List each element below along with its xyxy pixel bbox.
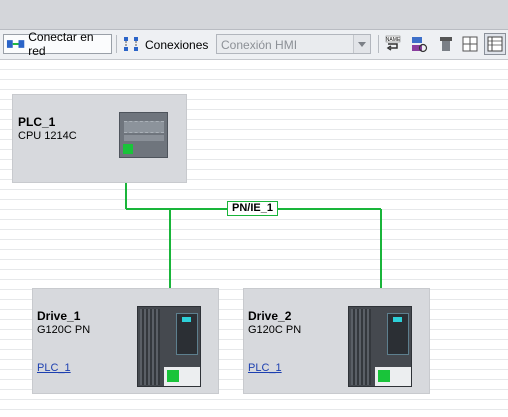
connect-network-button[interactable]: Conectar en red bbox=[3, 30, 112, 58]
device-drive-2[interactable]: Drive_2 G120C PN PLC_1 bbox=[243, 288, 430, 394]
connection-type-value: Conexión HMI bbox=[221, 38, 298, 52]
plc-module-image bbox=[119, 112, 168, 158]
plc-lower-band bbox=[124, 135, 164, 141]
drive-heatsink bbox=[140, 309, 160, 385]
network-view-toolbar: Conectar en red Conexiones Conexión HMI … bbox=[0, 30, 508, 60]
device-plc[interactable]: PLC_1 CPU 1214C bbox=[12, 94, 187, 183]
connections-icon[interactable] bbox=[122, 35, 140, 53]
drive-status-led bbox=[393, 317, 402, 322]
svg-text:NAME: NAME bbox=[386, 37, 401, 43]
drive-module-image bbox=[348, 306, 412, 387]
drive-port-block bbox=[375, 367, 411, 386]
connect-network-label: Conectar en red bbox=[28, 30, 94, 58]
connection-type-select[interactable]: Conexión HMI bbox=[216, 34, 371, 54]
drive-control-panel bbox=[387, 313, 409, 355]
device-name: Drive_1 bbox=[37, 309, 81, 323]
profinet-port-icon[interactable] bbox=[378, 370, 390, 382]
device-type: G120C PN bbox=[248, 324, 302, 336]
show-address-icon[interactable] bbox=[410, 35, 428, 53]
profinet-port-icon[interactable] bbox=[167, 370, 179, 382]
profinet-port-icon[interactable] bbox=[123, 144, 133, 154]
table-view-toggle[interactable] bbox=[484, 33, 506, 55]
connections-label: Conexiones bbox=[145, 38, 209, 52]
network-connect-icon bbox=[6, 40, 25, 48]
subnet-label[interactable]: PN/IE_1 bbox=[227, 201, 278, 216]
drive-control-panel bbox=[176, 313, 198, 355]
drive-status-led bbox=[182, 317, 191, 322]
grid-icon[interactable] bbox=[461, 35, 479, 53]
chevron-down-icon[interactable] bbox=[353, 35, 370, 53]
show-names-icon[interactable]: NAME bbox=[384, 35, 402, 53]
drive-module-image bbox=[137, 306, 201, 387]
drive-heatsink bbox=[351, 309, 371, 385]
device-name: PLC_1 bbox=[18, 115, 56, 129]
window-top-strip bbox=[0, 0, 508, 30]
device-name: Drive_2 bbox=[248, 309, 292, 323]
toolbar-separator bbox=[378, 35, 379, 53]
device-module-icon[interactable] bbox=[437, 35, 455, 53]
device-type: G120C PN bbox=[37, 324, 91, 336]
drive-port-block bbox=[164, 367, 200, 386]
device-type: CPU 1214C bbox=[18, 130, 77, 142]
controller-link[interactable]: PLC_1 bbox=[37, 362, 71, 374]
toolbar-separator bbox=[116, 35, 117, 53]
table-view-icon bbox=[487, 36, 503, 52]
plc-display-band bbox=[124, 121, 164, 133]
controller-link[interactable]: PLC_1 bbox=[248, 362, 282, 374]
device-drive-1[interactable]: Drive_1 G120C PN PLC_1 bbox=[32, 288, 219, 394]
